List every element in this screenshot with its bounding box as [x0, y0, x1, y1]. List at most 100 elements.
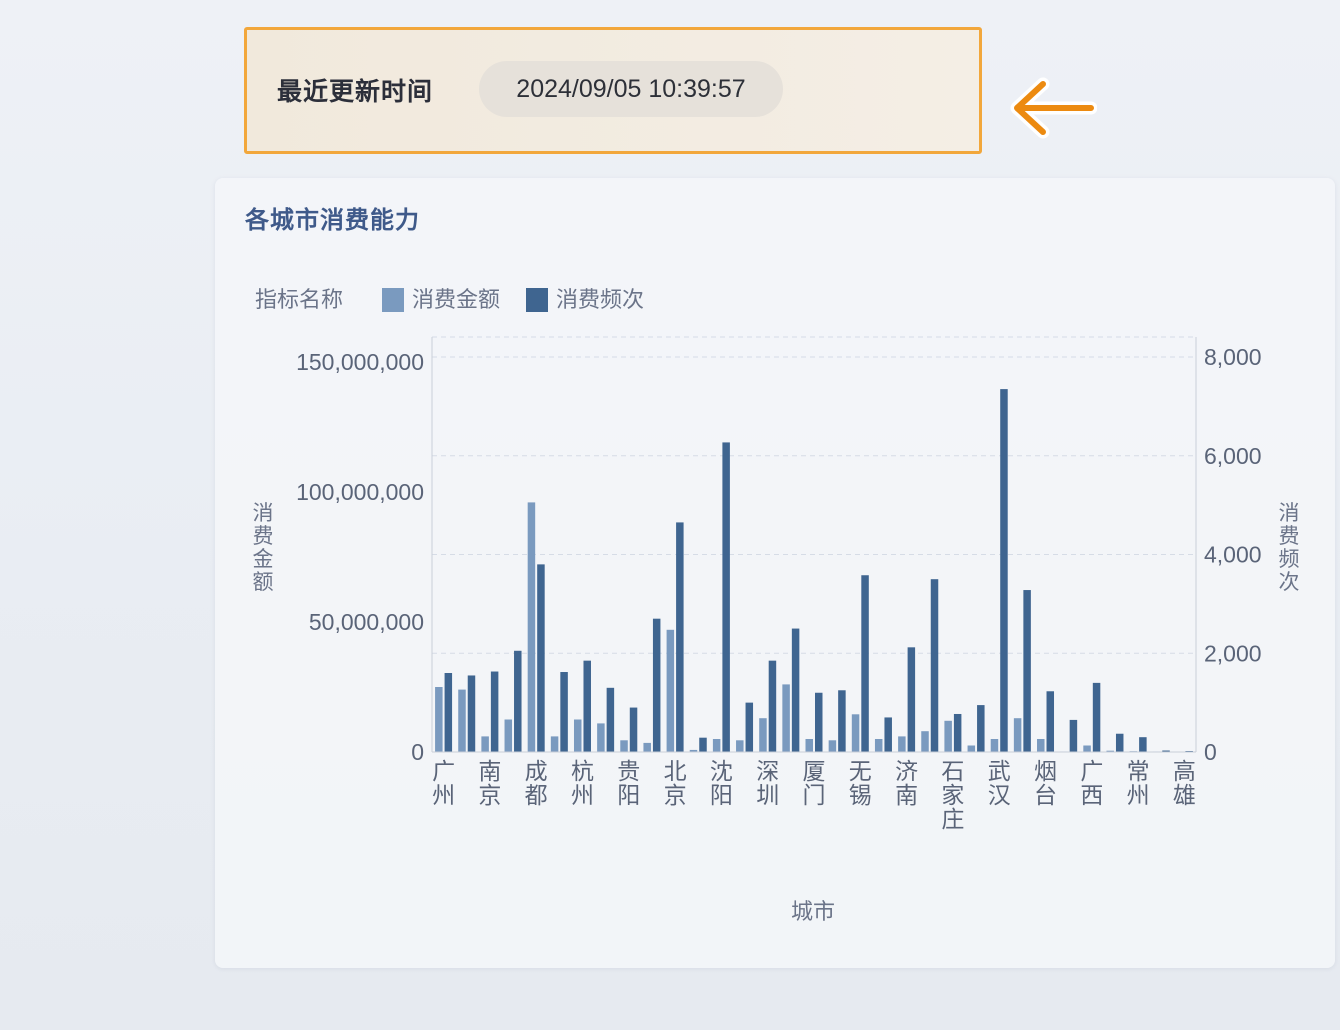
bar-frequency	[815, 692, 823, 752]
x-tick-char: 锡	[849, 782, 872, 808]
consumption-bar-chart: 150,000,000 100,000,000 50,000,000 0 8,000 6,…	[253, 287, 1300, 924]
x-tick-char: 沈	[710, 758, 733, 784]
bar-amount	[874, 739, 883, 752]
x-tick-char: 家	[941, 782, 964, 808]
bar-frequency	[560, 672, 568, 752]
x-tick-char: 厦	[803, 758, 826, 784]
bars	[435, 389, 1193, 752]
x-tick-char: 州	[432, 782, 455, 808]
bar-amount	[573, 719, 582, 752]
x-tick-label: 成都	[525, 758, 548, 808]
x-tick-char: 杭	[571, 758, 594, 784]
grid-lines	[432, 336, 1196, 753]
x-tick-char: 高	[1173, 758, 1196, 784]
x-tick-char: 石	[941, 758, 964, 784]
bar-amount	[620, 740, 628, 752]
x-tick-char: 常	[1127, 758, 1150, 784]
bar-amount	[666, 629, 675, 752]
y-axis-title-left-char: 金	[253, 548, 274, 571]
y-axis-title-left-char: 费	[253, 525, 274, 548]
y-axis-title-right-char: 消	[1279, 502, 1300, 525]
y-tick-label-left: 150,000,000	[296, 349, 424, 375]
x-tick-char: 雄	[1173, 782, 1196, 808]
bar-frequency	[1139, 737, 1147, 752]
legend-swatch-amount	[382, 288, 404, 312]
bar-frequency	[930, 579, 939, 752]
x-tick-char: 台	[1034, 782, 1057, 808]
bar-frequency	[467, 675, 476, 752]
bar-frequency	[514, 650, 522, 752]
x-tick-char: 武	[988, 758, 1011, 784]
y-axis-title-left-char: 消	[253, 502, 274, 525]
x-tick-char: 西	[1080, 782, 1103, 808]
bar-amount	[712, 739, 721, 752]
bar-frequency	[699, 737, 707, 752]
x-tick-char: 州	[1127, 782, 1150, 808]
y-tick-label-right: 0	[1204, 739, 1217, 765]
y-tick-label-right: 6,000	[1204, 443, 1262, 469]
bar-amount	[851, 714, 860, 752]
x-tick-label: 沈阳	[710, 758, 733, 808]
y-axis-title-right: 消费频次	[1279, 502, 1300, 594]
bar-frequency	[490, 671, 499, 752]
bar-frequency	[444, 673, 453, 752]
y-tick-label-right: 2,000	[1204, 640, 1262, 666]
y-axis-title-right-char: 次	[1279, 571, 1300, 594]
axes	[431, 337, 1197, 753]
bar-amount	[921, 731, 929, 752]
x-tick-char: 阳	[710, 782, 733, 808]
bar-amount	[527, 502, 536, 752]
legend-label-amount: 消费金额	[412, 287, 500, 312]
bar-frequency	[1092, 682, 1101, 752]
y-axis-title-left: 消费金额	[253, 502, 274, 594]
bar-amount	[458, 689, 466, 752]
x-tick-label: 北京	[664, 758, 687, 808]
y-tick-label-left: 0	[411, 739, 424, 765]
x-tick-char: 烟	[1034, 758, 1057, 784]
bar-frequency	[953, 713, 962, 752]
bar-amount	[643, 742, 651, 752]
bar-amount	[736, 740, 744, 752]
bar-frequency	[791, 628, 800, 752]
y-tick-label-right: 8,000	[1204, 344, 1262, 370]
x-tick-char: 南	[895, 782, 918, 808]
bar-amount	[597, 723, 605, 752]
bar-frequency	[1115, 733, 1124, 752]
x-tick-char: 庄	[941, 806, 964, 832]
x-tick-char: 门	[803, 782, 826, 808]
x-tick-label: 厦门	[803, 758, 826, 808]
bar-frequency	[1023, 590, 1031, 752]
bar-frequency	[652, 618, 661, 752]
bar-frequency	[977, 705, 985, 752]
bar-frequency	[907, 647, 916, 752]
bar-frequency	[745, 702, 754, 752]
bar-frequency	[583, 660, 591, 752]
bar-frequency	[606, 687, 615, 752]
bar-amount	[550, 736, 559, 752]
bar-frequency	[629, 707, 638, 752]
y-axis-title-left-char: 额	[253, 571, 274, 594]
x-tick-char: 都	[525, 782, 548, 808]
bar-frequency	[768, 660, 777, 752]
bar-amount	[759, 718, 767, 752]
x-tick-label: 石家庄	[941, 758, 964, 832]
x-tick-label: 无锡	[849, 758, 872, 808]
bar-frequency	[676, 522, 684, 752]
x-tick-label: 武汉	[988, 758, 1011, 808]
bar-amount	[805, 739, 813, 752]
bar-amount	[1013, 718, 1022, 752]
bar-amount	[481, 736, 489, 752]
bar-frequency	[838, 690, 846, 752]
x-tick-char: 北	[664, 758, 687, 784]
bar-amount	[944, 720, 952, 752]
bar-frequency	[537, 564, 545, 752]
bar-amount	[967, 745, 976, 752]
x-tick-label: 贵阳	[617, 758, 640, 808]
x-tick-char: 京	[478, 782, 501, 808]
axis-labels: 150,000,000 100,000,000 50,000,000 0 8,000 6,…	[253, 344, 1300, 924]
x-tick-label: 高雄	[1173, 758, 1196, 808]
x-tick-label: 深圳	[756, 758, 779, 808]
bar-frequency	[1046, 691, 1055, 752]
bar-frequency	[884, 717, 892, 752]
bar-amount	[898, 736, 906, 752]
